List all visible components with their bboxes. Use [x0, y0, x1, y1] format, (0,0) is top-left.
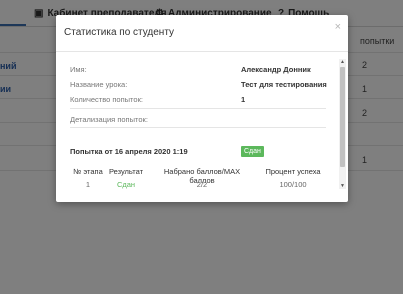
modal-title: Статистика по студенту	[64, 27, 175, 38]
column-header-stage: № этапа	[73, 167, 103, 176]
table-cell-percent: 100/100	[279, 180, 307, 189]
lesson-label: Название урока:	[70, 80, 128, 89]
student-stats-modal: Статистика по студенту × Имя: Александр …	[56, 15, 348, 202]
scroll-up-icon[interactable]: ▲	[339, 59, 346, 65]
attempt-header: Попытка от 16 апреля 2020 1:19	[70, 147, 188, 156]
section-divider	[70, 127, 326, 128]
close-icon[interactable]: ×	[335, 22, 341, 33]
table-cell-score: 2/2	[196, 180, 208, 189]
table-cell-result: Сдан	[116, 180, 136, 189]
column-header-percent: Процент успеха	[265, 167, 321, 176]
attempts-label: Количество попыток:	[70, 95, 143, 104]
scrollbar-thumb[interactable]	[340, 67, 345, 167]
column-header-result: Результат	[108, 167, 144, 176]
detail-label: Детализация попыток:	[70, 115, 148, 124]
lesson-value: Тест для тестирования	[241, 80, 327, 89]
name-value: Александр Донник	[241, 65, 311, 74]
section-divider	[70, 108, 326, 109]
name-label: Имя:	[70, 65, 87, 74]
status-badge: Сдан	[241, 146, 264, 157]
modal-body: Имя: Александр Донник Название урока: Те…	[56, 52, 348, 202]
attempts-value: 1	[241, 95, 246, 104]
scroll-down-icon[interactable]: ▼	[339, 183, 346, 189]
modal-header: Статистика по студенту ×	[56, 15, 348, 52]
table-cell-stage: 1	[85, 180, 91, 189]
